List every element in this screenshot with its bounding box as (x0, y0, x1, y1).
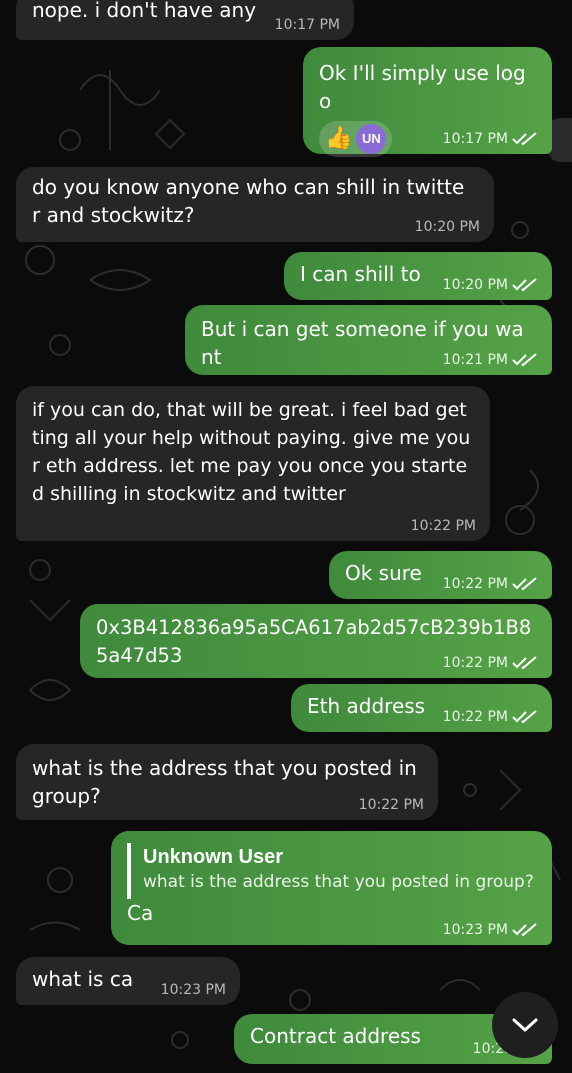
message-meta: 10:17 PM (275, 16, 340, 34)
message-meta: 10:22 PM (443, 708, 538, 726)
message-bubble[interactable]: Ok sure 10:22 PM (329, 551, 552, 599)
message-time: 10:17 PM (442, 131, 508, 147)
double-check-icon (512, 710, 537, 724)
message-bubble[interactable]: Ok I'll simply use logo 👍 UN 10:17 PM (303, 47, 552, 157)
message-time: 10:22 PM (442, 655, 508, 671)
message-text: Contract address (250, 1024, 421, 1048)
double-check-icon (512, 577, 537, 591)
chevron-down-icon (512, 1018, 538, 1032)
double-check-icon (512, 353, 537, 367)
scroll-down-button[interactable] (492, 992, 558, 1058)
message-time: 10:22 PM (442, 709, 508, 725)
message-time: 10:17 PM (274, 17, 340, 33)
message-time: 10:22 PM (410, 518, 476, 534)
message-time: 10:21 PM (442, 352, 508, 368)
message-text: if you can do, that will be great. i fee… (32, 399, 471, 505)
message-meta: 10:23 PM (443, 921, 538, 939)
message-meta: 10:22 PM (443, 575, 538, 593)
reply-quote[interactable]: Unknown User what is the address that yo… (127, 843, 536, 899)
message-time: 10:22 PM (442, 576, 508, 592)
message-time: 10:20 PM (442, 277, 508, 293)
message-bubble[interactable]: do you know anyone who can shill in twit… (16, 167, 494, 242)
message-bubble[interactable]: Eth address 10:22 PM (291, 684, 552, 732)
message-meta: 10:22 PM (443, 654, 538, 672)
message-text: Ok sure (345, 561, 422, 585)
message-meta: 10:23 PM (161, 981, 226, 999)
message-bubble[interactable]: Unknown User what is the address that yo… (111, 831, 552, 945)
double-check-icon (512, 132, 537, 146)
message-time: 10:22 PM (358, 797, 424, 813)
message-meta: 10:20 PM (415, 218, 480, 236)
message-bubble[interactable]: I can shill to 10:20 PM (284, 252, 552, 300)
double-check-icon (512, 923, 537, 937)
message-text: nope. i don't have any (32, 0, 257, 22)
message-meta: 10:17 PM (443, 130, 538, 148)
reaction-chip[interactable]: 👍 UN (319, 121, 393, 157)
message-text: Eth address (307, 694, 426, 718)
message-time: 10:23 PM (160, 982, 226, 998)
message-bubble[interactable]: nope. i don't have any 10:17 PM (16, 0, 354, 40)
message-time: 10:23 PM (442, 922, 508, 938)
message-bubble[interactable]: But i can get someone if you want 10:21 … (185, 305, 552, 375)
message-text: what is ca (32, 967, 134, 991)
message-bubble[interactable]: if you can do, that will be great. i fee… (16, 386, 490, 541)
message-text: do you know anyone who can shill in twit… (32, 175, 465, 227)
message-time: 10:20 PM (414, 219, 480, 235)
reply-author: Unknown User (143, 846, 284, 868)
message-bubble[interactable]: what is the address that you posted in g… (16, 744, 438, 820)
avatar: UN (356, 124, 387, 154)
thumbs-up-icon: 👍 (325, 126, 353, 151)
reply-text: what is the address that you posted in g… (143, 872, 534, 892)
message-text: Ok I'll simply use logo (319, 61, 526, 113)
message-meta: 10:20 PM (443, 276, 538, 294)
message-meta: 10:22 PM (359, 796, 424, 814)
double-check-icon (512, 278, 537, 292)
message-bubble[interactable]: what is ca 10:23 PM (16, 957, 240, 1005)
double-check-icon (512, 656, 537, 670)
message-meta: 10:22 PM (411, 517, 476, 535)
message-text: I can shill to (300, 262, 421, 286)
message-meta: 10:21 PM (443, 351, 538, 369)
message-bubble[interactable]: 0x3B412836a95a5CA617ab2d57cB239b1B85a47d… (80, 604, 552, 678)
